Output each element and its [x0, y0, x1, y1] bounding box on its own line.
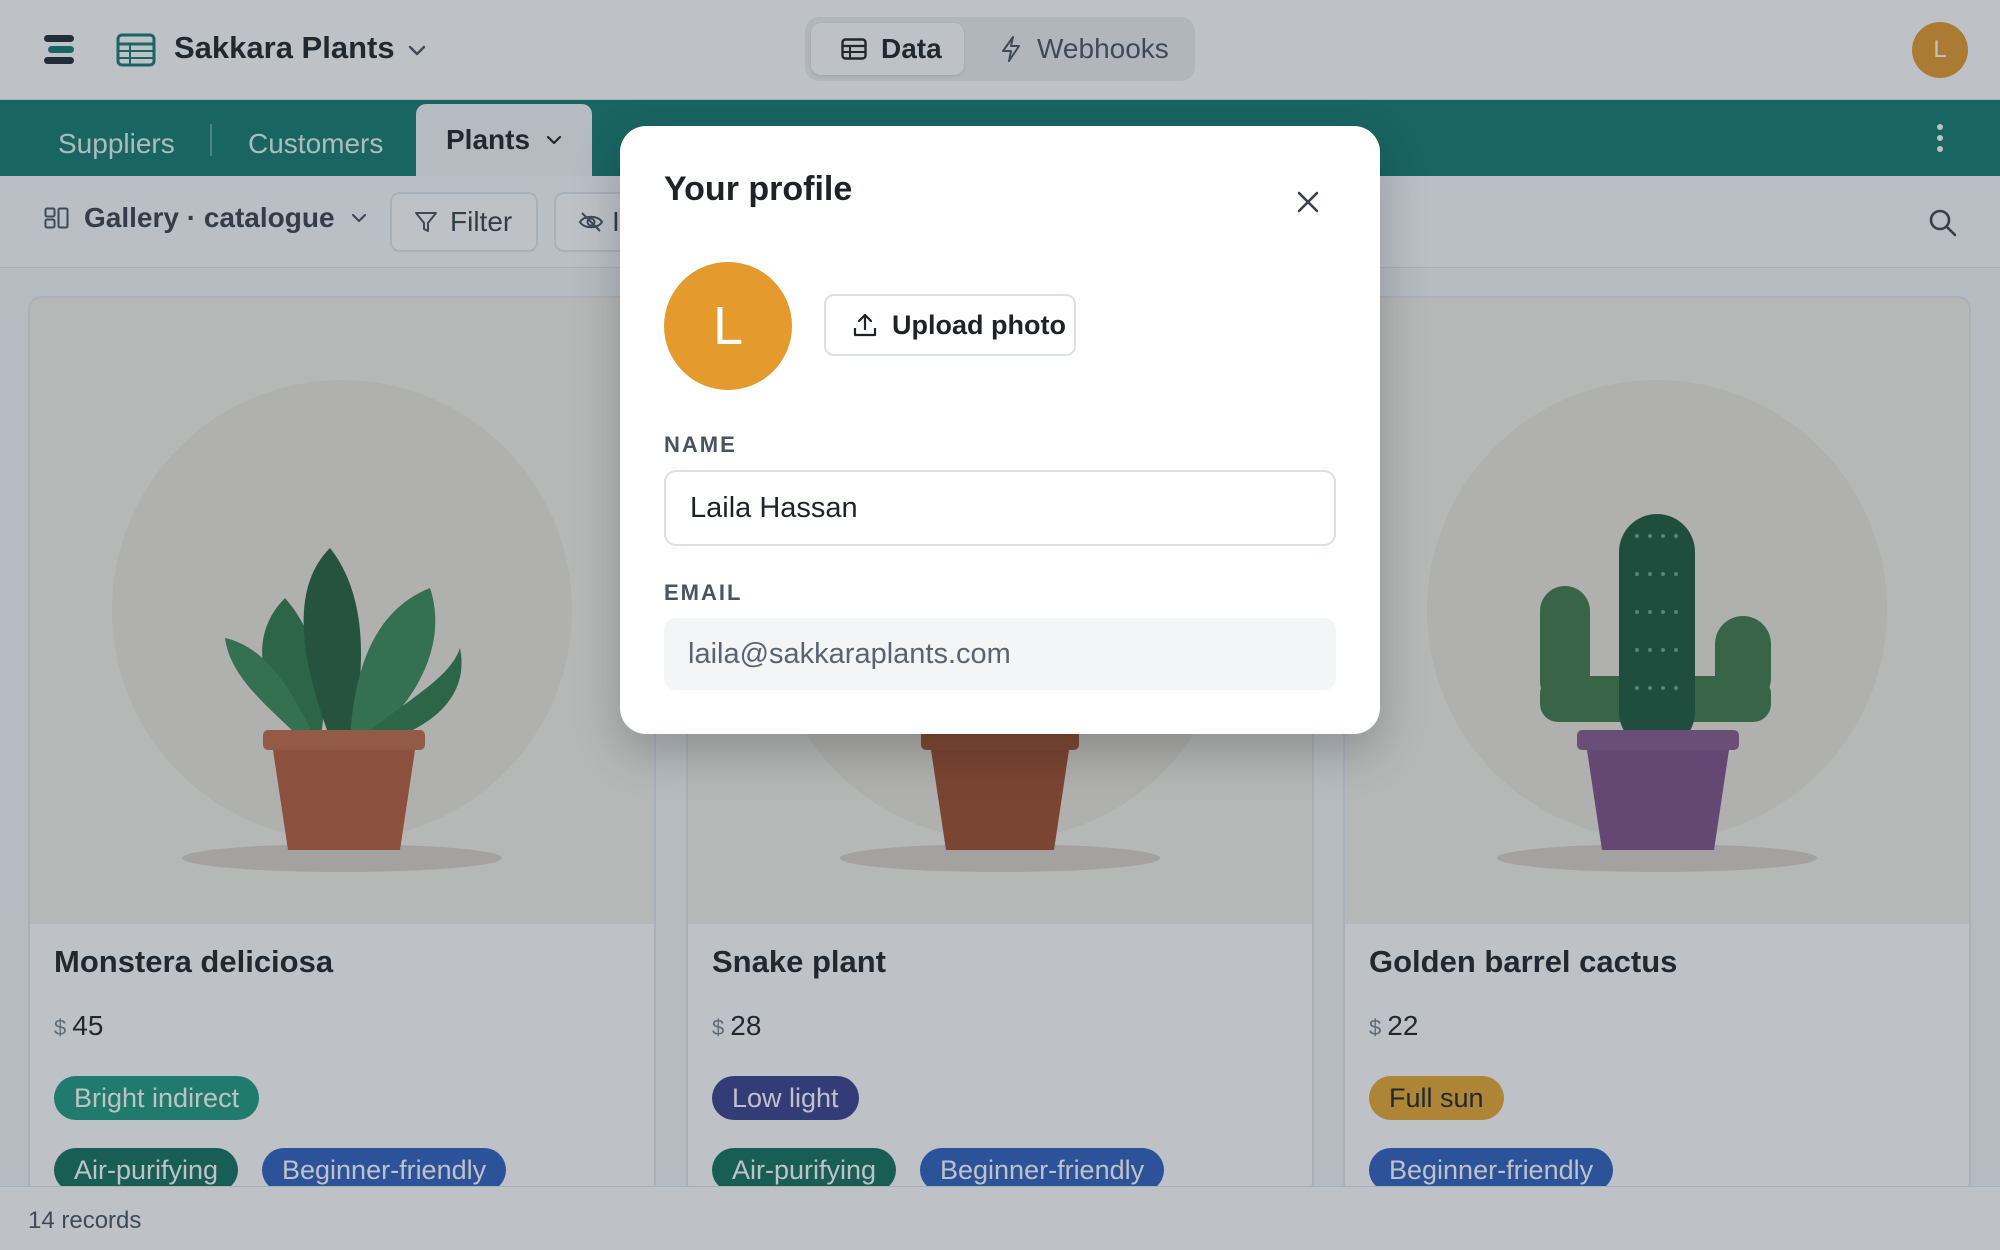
upload-photo-label: Upload photo [892, 309, 1066, 340]
name-label: NAME [664, 432, 737, 457]
dialog-title: Your profile [664, 170, 853, 208]
profile-avatar: L [664, 262, 792, 390]
name-field[interactable] [664, 470, 1336, 546]
upload-photo-button[interactable]: Upload photo [824, 294, 1076, 356]
close-icon[interactable] [1288, 182, 1328, 222]
upload-icon [853, 313, 877, 337]
email-label: EMAIL [664, 580, 743, 605]
profile-dialog: Your profile L Upload photo NAME EMAIL l… [620, 126, 1380, 734]
email-field: laila@sakkaraplants.com [664, 618, 1336, 690]
